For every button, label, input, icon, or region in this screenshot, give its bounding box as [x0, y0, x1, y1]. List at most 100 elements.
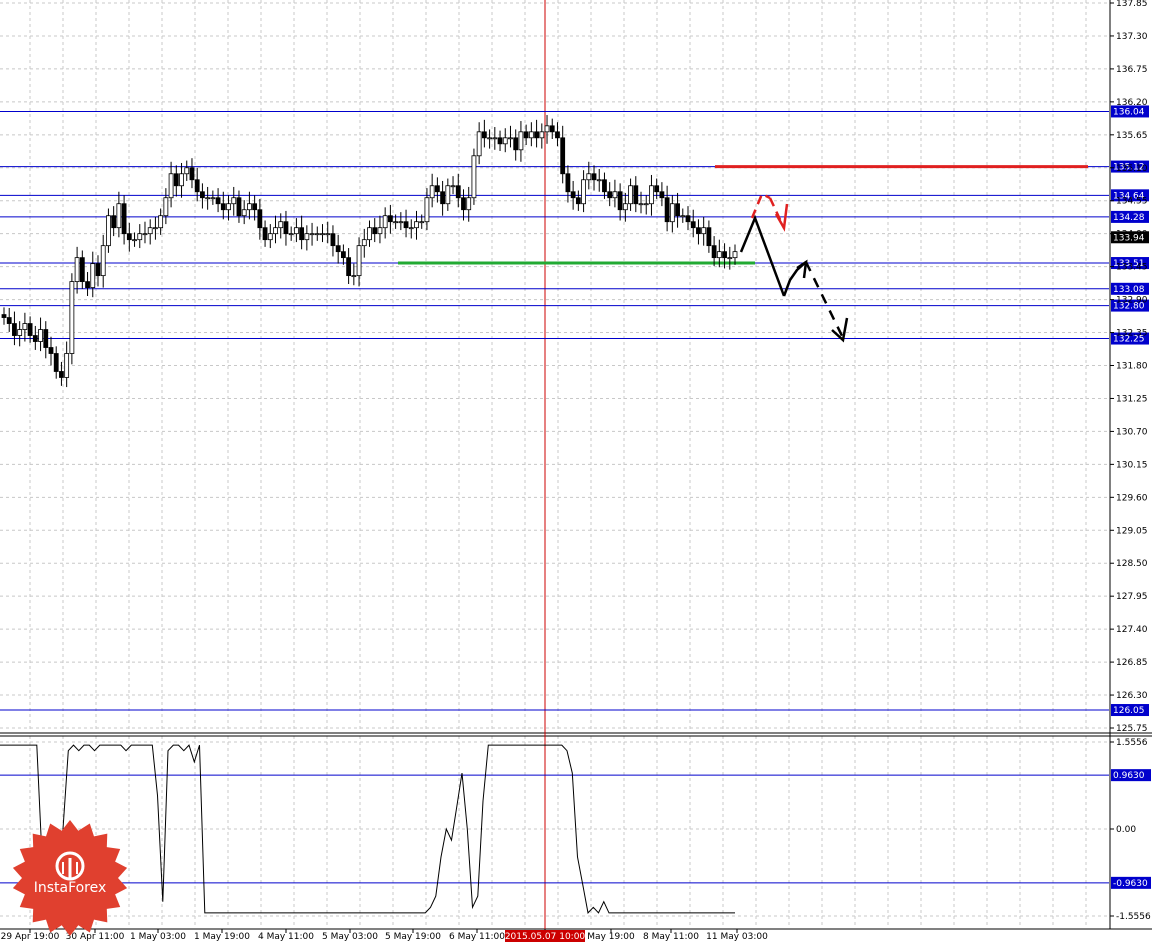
candle-body — [602, 179, 607, 193]
y-tick-label: 134.55 — [1116, 197, 1148, 207]
candle-body — [549, 125, 555, 133]
candle-body — [147, 227, 153, 235]
level-tag-label: 134.28 — [1113, 213, 1145, 223]
y-tick-label: 132.90 — [1116, 296, 1148, 306]
price-chart: 136.04135.12134.64134.28133.51133.08132.… — [0, 0, 1152, 948]
candle-body — [262, 227, 268, 241]
candle-body — [241, 209, 247, 217]
candle-body — [377, 227, 383, 235]
candle-body — [492, 137, 498, 140]
x-tick-label: 8 May 11:00 — [643, 932, 699, 942]
candle-body — [706, 227, 712, 247]
candle-body — [205, 197, 211, 200]
candle-body — [581, 179, 586, 205]
candle-body — [257, 209, 263, 229]
candle-body — [508, 137, 513, 140]
chart-background — [0, 0, 1152, 948]
candle-body — [132, 239, 137, 242]
current-price-label: 133.94 — [1113, 233, 1145, 243]
candle-body — [628, 185, 633, 205]
candle-body — [247, 203, 252, 211]
level-tag-label: 133.08 — [1113, 285, 1145, 295]
candle-body — [22, 323, 28, 330]
candle-body — [17, 329, 23, 336]
candle-body — [53, 353, 59, 372]
candle-body — [701, 227, 707, 235]
candle-body — [518, 131, 524, 151]
candle-body — [85, 281, 90, 289]
candle-body — [283, 221, 289, 235]
x-tick-label: 5 May 19:00 — [385, 932, 441, 942]
candle-body — [189, 167, 195, 181]
candle-body — [445, 185, 451, 205]
candle-body — [622, 203, 628, 211]
candle-body — [732, 251, 738, 259]
candle — [471, 148, 477, 205]
x-tick-label: May 19:00 — [587, 932, 635, 942]
candle-body — [90, 263, 96, 289]
y-tick-label: 128.50 — [1116, 559, 1148, 569]
x-tick-label: 4 May 11:00 — [258, 932, 314, 942]
level-tag-label: 136.04 — [1113, 107, 1145, 117]
y-tick-label: 126.30 — [1116, 691, 1148, 701]
candle-body — [153, 227, 158, 230]
y-tick-label: 136.20 — [1116, 98, 1148, 108]
candle-body — [330, 233, 336, 247]
candle-body — [267, 233, 273, 241]
candle-body — [252, 203, 258, 211]
candle-body — [523, 131, 529, 139]
candle-body — [633, 185, 639, 205]
candle-body — [325, 233, 331, 236]
candle-body — [351, 275, 357, 278]
instaforex-logo-icon: InstaForex — [10, 818, 130, 938]
candle-body — [502, 137, 508, 145]
candle-body — [299, 227, 305, 241]
candle-body — [6, 317, 12, 324]
candle-body — [690, 221, 696, 229]
candle-body — [142, 233, 148, 236]
candle-body — [168, 173, 174, 199]
candle-body — [43, 329, 49, 348]
x-tick-label: 5 May 03:00 — [322, 932, 378, 942]
candle-body — [194, 179, 200, 193]
candle-body — [696, 227, 701, 235]
candle-body — [309, 233, 315, 236]
chart-root: 136.04 135.12 134.64 134.28 133.51 133.08 132.… — [0, 0, 1152, 948]
candle-body — [372, 227, 378, 235]
candle-body — [79, 257, 85, 283]
candle-body — [273, 227, 278, 235]
y-tick-label: 125.75 — [1116, 724, 1148, 734]
candle-body — [106, 215, 111, 247]
candle-body — [215, 197, 221, 205]
candle-body — [434, 185, 440, 193]
candle-body — [356, 245, 362, 277]
indicator-level-tag-label: -0.9630 — [1113, 879, 1148, 889]
x-tick-label: 6 May 11:00 — [449, 932, 505, 942]
candle-body — [643, 203, 649, 206]
candle-body — [664, 197, 670, 223]
candle-body — [481, 131, 487, 139]
candle-body — [408, 227, 414, 230]
y-tick-label: 127.40 — [1116, 625, 1148, 635]
candle-body — [560, 137, 566, 175]
candle-body — [12, 323, 17, 336]
candle-body — [163, 197, 169, 217]
candle-body — [367, 227, 372, 241]
candle-body — [722, 251, 727, 259]
candle-body — [179, 173, 184, 187]
candle-body — [565, 173, 571, 193]
candle-body — [398, 221, 404, 224]
y-tick-label: 131.80 — [1116, 362, 1148, 372]
y-tick-label: 137.85 — [1116, 0, 1148, 9]
candle-body — [685, 215, 691, 223]
candle-body — [607, 191, 613, 199]
candle-body — [320, 233, 325, 236]
level-tag-label: 126.05 — [1113, 706, 1145, 716]
candle-body — [638, 203, 644, 206]
candle-body — [727, 257, 733, 260]
candle-body — [288, 233, 294, 236]
candle-body — [64, 353, 70, 378]
candle-body — [121, 203, 127, 235]
candle-body — [555, 131, 560, 139]
candle-body — [226, 203, 231, 211]
